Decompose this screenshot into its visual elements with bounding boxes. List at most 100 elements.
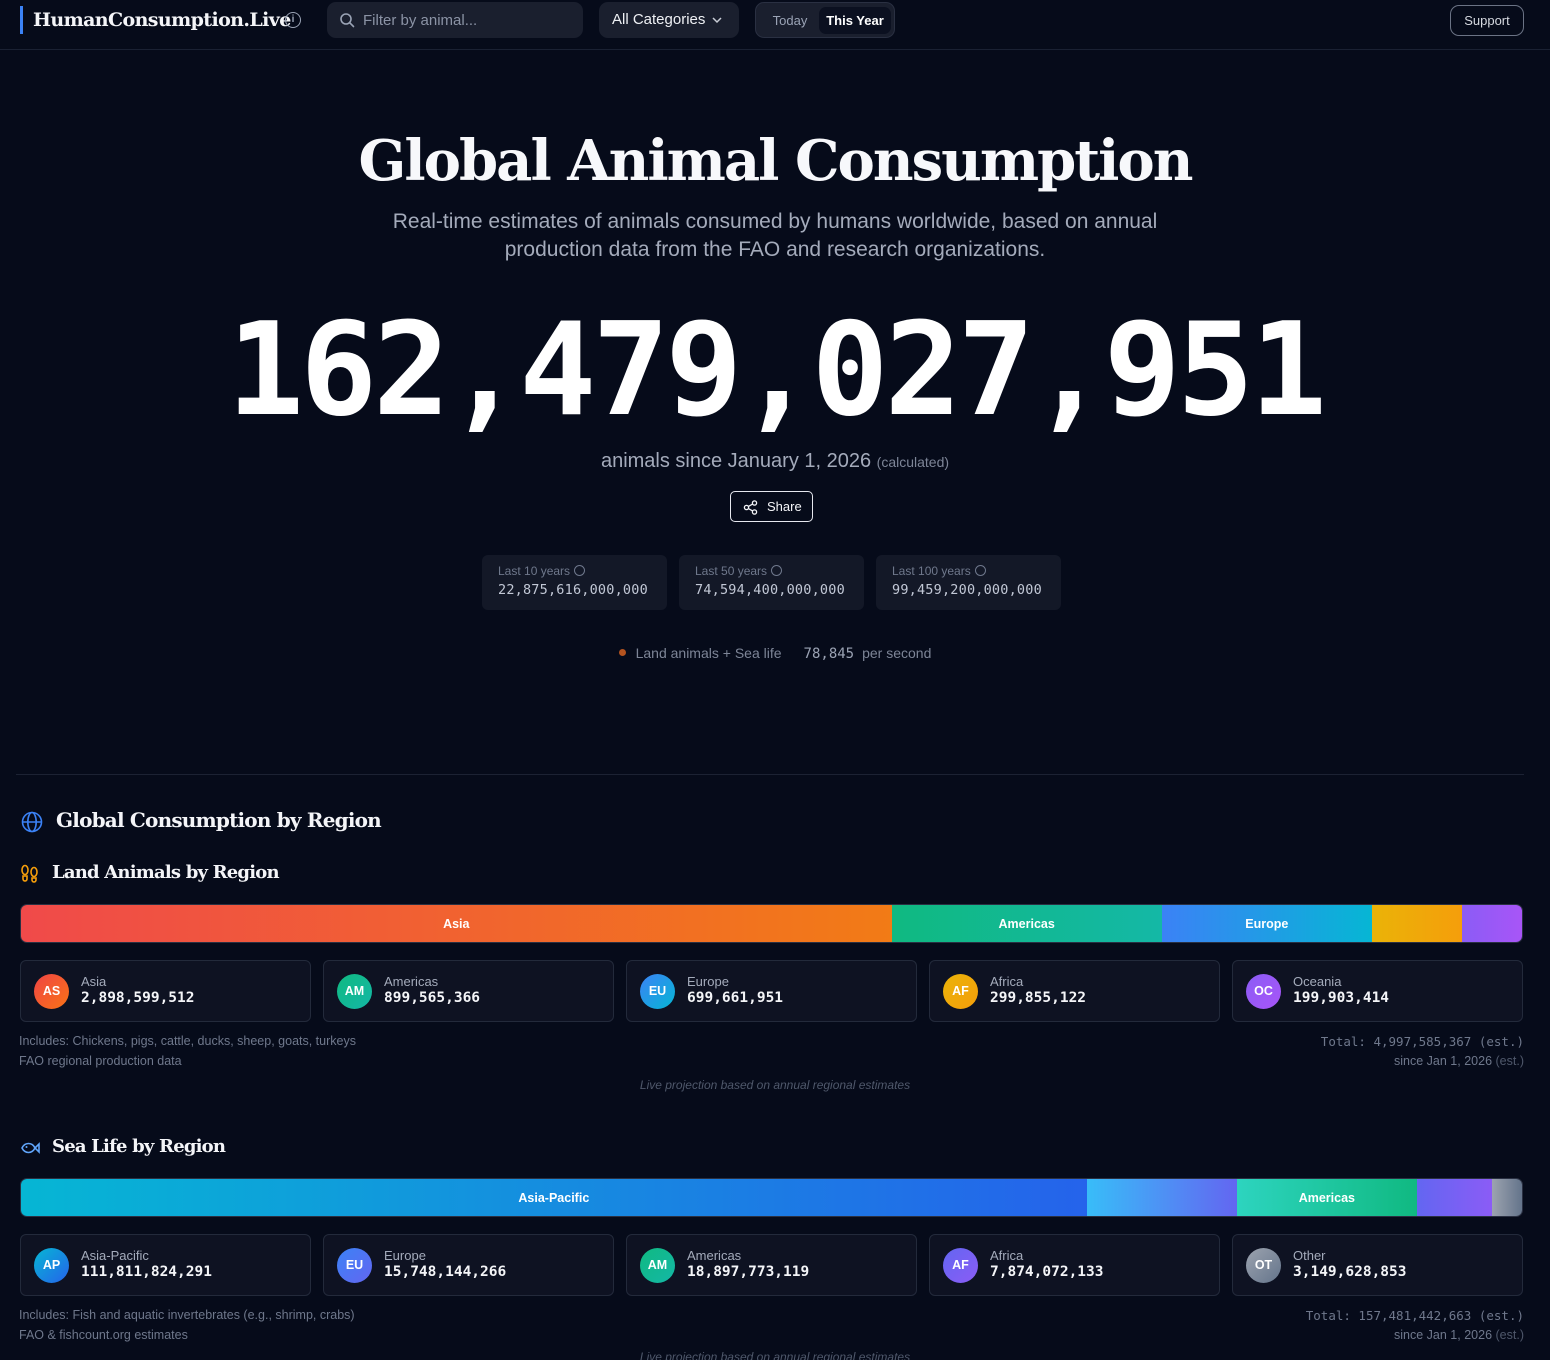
search-input[interactable] bbox=[363, 2, 573, 38]
land-bar-segment[interactable] bbox=[1461, 905, 1522, 942]
sea-region-bar: Asia-Pacific Americas bbox=[20, 1178, 1523, 1217]
sea-includes-note: Includes: Fish and aquatic invertebrates… bbox=[19, 1308, 355, 1322]
sea-bar-segment[interactable] bbox=[1416, 1179, 1492, 1216]
chevron-down-icon bbox=[712, 17, 722, 24]
info-icon[interactable] bbox=[771, 565, 783, 576]
sea-since-text: since Jan 1, 2026 bbox=[1394, 1328, 1493, 1342]
sea-region-card[interactable]: AP Asia-Pacific 111,811,824,291 bbox=[20, 1234, 311, 1296]
region-value: 899,565,366 bbox=[384, 990, 481, 1006]
region-badge: EU bbox=[640, 974, 675, 1009]
category-select[interactable]: All Categories bbox=[599, 2, 739, 38]
region-name: Europe bbox=[687, 974, 729, 989]
sea-bar-segment[interactable] bbox=[1491, 1179, 1522, 1216]
region-value: 3,149,628,853 bbox=[1293, 1264, 1407, 1280]
region-section-title: Global Consumption by Region bbox=[56, 808, 382, 832]
history-value: 74,594,400,000,000 bbox=[695, 582, 845, 598]
land-region-card[interactable]: AS Asia 2,898,599,512 bbox=[20, 960, 311, 1022]
sea-region-card[interactable]: OT Other 3,149,628,853 bbox=[1232, 1234, 1523, 1296]
region-name: Africa bbox=[990, 1248, 1024, 1263]
sea-bar-segment[interactable]: Americas bbox=[1236, 1179, 1417, 1216]
land-bar-segment[interactable]: Europe bbox=[1161, 905, 1372, 942]
section-divider bbox=[16, 774, 1524, 775]
land-includes-note: Includes: Chickens, pigs, cattle, ducks,… bbox=[19, 1034, 356, 1048]
live-dot-icon bbox=[618, 649, 626, 656]
category-select-label: All Categories bbox=[612, 11, 706, 28]
counter-calculated-note: (calculated) bbox=[876, 454, 950, 470]
info-icon[interactable]: i bbox=[285, 12, 301, 28]
counter-since-text: animals since January 1, 2026 bbox=[600, 450, 872, 472]
land-region-card[interactable]: AF Africa 299,855,122 bbox=[929, 960, 1220, 1022]
history-card-10y: Last 10 years 22,875,616,000,000 bbox=[482, 555, 667, 610]
region-name: Europe bbox=[384, 1248, 426, 1263]
region-badge: EU bbox=[337, 1248, 372, 1283]
page-subtitle: Real-time estimates of animals consumed … bbox=[392, 210, 1158, 261]
info-icon[interactable] bbox=[574, 565, 586, 576]
support-button[interactable]: Support bbox=[1450, 5, 1524, 36]
region-value: 299,855,122 bbox=[990, 990, 1087, 1006]
history-label: Last 10 years bbox=[498, 564, 571, 578]
land-region-card[interactable]: EU Europe 699,661,951 bbox=[626, 960, 917, 1022]
land-region-card[interactable]: OC Oceania 199,903,414 bbox=[1232, 960, 1523, 1022]
sea-bar-segment-label: Americas bbox=[1298, 1190, 1355, 1205]
land-bar-segment[interactable]: Asia bbox=[21, 905, 892, 942]
sea-total: Total: 157,481,442,663 (est.) bbox=[1305, 1308, 1524, 1323]
region-value: 699,661,951 bbox=[687, 990, 784, 1006]
land-total: Total: 4,997,585,367 (est.) bbox=[1320, 1034, 1524, 1049]
rate-value: 78,845 bbox=[803, 646, 855, 662]
history-value: 22,875,616,000,000 bbox=[498, 582, 648, 598]
share-button[interactable]: Share bbox=[730, 491, 813, 522]
region-badge: OT bbox=[1246, 1248, 1281, 1283]
land-region-card[interactable]: AM Americas 899,565,366 bbox=[323, 960, 614, 1022]
region-name: Africa bbox=[990, 974, 1024, 989]
region-badge: AM bbox=[337, 974, 372, 1009]
period-toggle: Today This Year bbox=[755, 2, 895, 38]
history-label: Last 100 years bbox=[892, 564, 971, 578]
region-badge: OC bbox=[1246, 974, 1281, 1009]
land-since-est: (est.) bbox=[1495, 1054, 1524, 1068]
sea-bar-segment[interactable] bbox=[1086, 1179, 1237, 1216]
history-label: Last 50 years bbox=[695, 564, 768, 578]
region-name: Asia-Pacific bbox=[81, 1248, 149, 1263]
search-icon bbox=[340, 13, 355, 28]
brand-logo[interactable]: HumanConsumption.Live bbox=[20, 6, 291, 34]
history-value: 99,459,200,000,000 bbox=[892, 582, 1042, 598]
region-value: 199,903,414 bbox=[1293, 990, 1390, 1006]
sea-region-cards: AP Asia-Pacific 111,811,824,291 EU Europe 15,… bbox=[20, 1234, 1524, 1296]
search-box bbox=[327, 2, 583, 38]
land-bar-segment-label: Europe bbox=[1245, 916, 1289, 931]
region-badge: AM bbox=[640, 1248, 675, 1283]
region-value: 7,874,072,133 bbox=[990, 1264, 1104, 1280]
sea-region-card[interactable]: AM Americas 18,897,773,119 bbox=[626, 1234, 917, 1296]
period-today-button[interactable]: Today bbox=[760, 7, 820, 34]
land-bar-segment[interactable]: Americas bbox=[891, 905, 1162, 942]
share-icon bbox=[743, 500, 758, 515]
sea-section-title: Sea Life by Region bbox=[52, 1136, 226, 1157]
region-name: Asia bbox=[81, 974, 107, 989]
period-this-year-button[interactable]: This Year bbox=[819, 7, 891, 34]
rate-unit: per second bbox=[862, 645, 932, 661]
rate-line: Land animals + Sea life 78,845 per second bbox=[0, 645, 1550, 662]
global-counter: 162,479,027,951 bbox=[227, 296, 1327, 445]
region-value: 2,898,599,512 bbox=[81, 990, 195, 1006]
sea-region-card[interactable]: AF Africa 7,874,072,133 bbox=[929, 1234, 1220, 1296]
globe-icon bbox=[21, 811, 43, 833]
region-name: Oceania bbox=[1293, 974, 1342, 989]
land-since-text: since Jan 1, 2026 bbox=[1394, 1054, 1493, 1068]
region-name: Americas bbox=[687, 1248, 742, 1263]
footprints-icon bbox=[21, 864, 38, 883]
region-badge: AF bbox=[943, 974, 978, 1009]
land-bar-segment[interactable] bbox=[1371, 905, 1462, 942]
fish-icon bbox=[21, 1142, 40, 1154]
sea-bar-segment[interactable]: Asia-Pacific bbox=[21, 1179, 1087, 1216]
info-icon[interactable] bbox=[974, 565, 986, 576]
region-value: 111,811,824,291 bbox=[81, 1264, 212, 1280]
region-badge: AF bbox=[943, 1248, 978, 1283]
land-region-bar: Asia Americas Europe bbox=[20, 904, 1523, 943]
land-bar-segment-label: Asia bbox=[443, 916, 470, 931]
sea-region-card[interactable]: EU Europe 15,748,144,266 bbox=[323, 1234, 614, 1296]
rate-label: Land animals + Sea life bbox=[635, 645, 782, 661]
region-value: 15,748,144,266 bbox=[384, 1264, 507, 1280]
region-name: Other bbox=[1293, 1248, 1326, 1263]
land-source-note: FAO regional production data bbox=[19, 1054, 182, 1068]
history-card-50y: Last 50 years 74,594,400,000,000 bbox=[679, 555, 864, 610]
